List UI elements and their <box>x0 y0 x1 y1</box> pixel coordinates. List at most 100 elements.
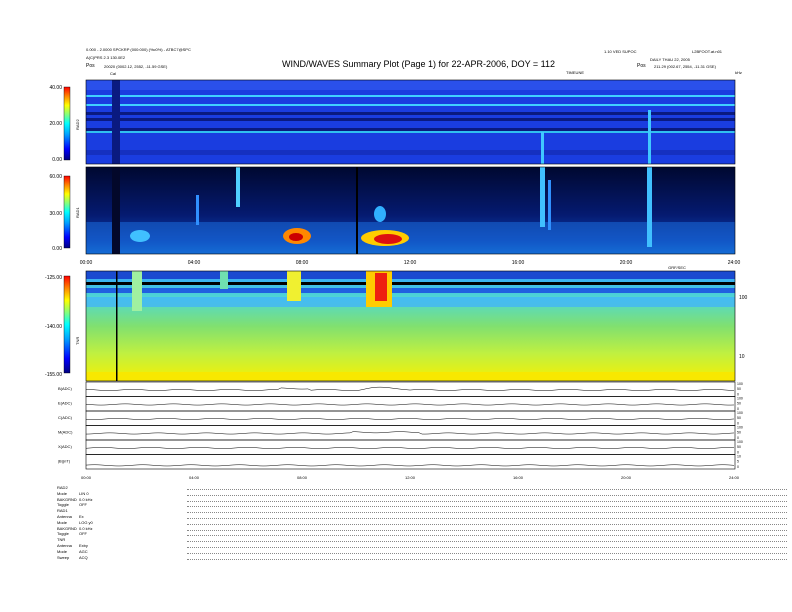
footer-value: 0.0 kHz <box>79 496 93 502</box>
rad2-panel <box>63 79 736 165</box>
footer-label: Toggle <box>57 531 69 537</box>
rad1-ytick-60: 60.00 <box>49 174 62 180</box>
line-panel-trace <box>85 386 735 391</box>
footer-value: ACQ <box>79 554 88 560</box>
rad1-ylabel: RAD1 <box>75 207 80 218</box>
footer-dotted-line <box>187 521 787 525</box>
line-panel-label: C(ADC) <box>58 415 73 420</box>
footer-dotted-line <box>187 532 787 537</box>
footer-dotted-line <box>187 538 787 543</box>
xtick-04: 04:00 <box>188 260 201 266</box>
tnr-ytick-125: -125.00 <box>45 275 62 281</box>
bottom-xtick-12: 12:00 <box>405 475 416 480</box>
footer-row: BAKGRND 0.0 kHz <box>57 496 787 502</box>
footer-value: OFF <box>79 502 87 508</box>
xtick-12: 12:00 <box>404 260 417 266</box>
rad2-colorbar <box>63 86 71 161</box>
footer-dotted-line <box>187 556 787 560</box>
footer-label: BAKGRND <box>57 525 77 531</box>
footer-dotted-line <box>187 503 787 508</box>
line-panel-frame <box>85 454 736 470</box>
x-axis-label: GRF/SEC <box>668 265 686 270</box>
footer-dotted-line <box>187 498 787 502</box>
footer-row: Toggle OFF <box>57 531 787 537</box>
footer-row: Antenna Ex <box>57 514 787 519</box>
bottom-xtick-08: 08:00 <box>297 475 308 480</box>
footer-value: LIN 0 <box>79 490 89 496</box>
footer-dotted-line <box>187 550 787 554</box>
line-panel-right-tick: 50 <box>737 416 741 420</box>
footer-row: Mode LOG y0 <box>57 520 787 525</box>
tnr-ytick-140: -140.00 <box>45 324 62 330</box>
footer-label: Antenna <box>57 514 72 519</box>
rad2-ytick-0: 0.00 <box>52 157 62 163</box>
tnr-panel <box>63 270 736 382</box>
line-panel-right-tick: 100 <box>737 382 743 386</box>
footer-dotted-line <box>187 527 787 531</box>
footer-label: Mode <box>57 548 68 554</box>
footer-dotted-line <box>187 544 787 548</box>
rad2-ytick-20: 20.00 <box>49 121 62 127</box>
line-panel-right-tick: 100 <box>737 440 743 444</box>
footer-value: LOG y0 <box>79 519 93 525</box>
line-panel-right-tick: 50 <box>737 445 741 449</box>
footer-dotted-line <box>187 486 787 490</box>
xtick-16: 16:00 <box>512 260 525 266</box>
tnr-ytick-155: -155.00 <box>45 372 62 378</box>
footer-dotted-line <box>187 509 787 514</box>
footer-row: Mode AGC <box>57 548 787 554</box>
footer-label: RAD1 <box>57 508 68 514</box>
footer-label: Sweep <box>57 554 70 560</box>
tnr-right-tick-100: 100 <box>739 295 748 301</box>
line-panel-label: M(ADC) <box>58 430 73 435</box>
footer-row: Antenna Exby <box>57 544 787 548</box>
rad1-x-axis: 00:00 04:00 08:00 12:00 16:00 20:00 24:0… <box>80 260 741 270</box>
line-panel-trace <box>85 464 735 467</box>
footer-label: TNR <box>57 537 66 543</box>
footer-value: Ex <box>79 514 84 519</box>
footer-dotted-line <box>187 515 787 519</box>
footer-row: Toggle OFF <box>57 503 787 508</box>
line-panel-trace <box>85 403 735 406</box>
line-panel-trace <box>85 431 735 435</box>
footer-label: RAD2 <box>57 485 68 490</box>
footer-value: OFF <box>79 531 87 537</box>
tnr-right-tick-10: 10 <box>739 354 745 360</box>
line-panel-label: B(ADC) <box>58 386 72 391</box>
line-panel-right-tick: 0 <box>737 465 739 469</box>
rad1-colorbar <box>63 175 71 249</box>
xtick-08: 08:00 <box>296 260 309 266</box>
tnr-spectrogram <box>86 271 735 381</box>
xtick-20: 20:00 <box>620 260 633 266</box>
line-panel-right-tick: 5 <box>737 460 739 464</box>
line-panel-right-tick: 10 <box>737 455 741 459</box>
footer-row: RAD1 <box>57 508 787 514</box>
line-panel-right-tick: 100 <box>737 426 743 430</box>
line-panel-trace <box>85 447 735 449</box>
line-panels: B(ADC)100500E(ADC)100500C(ADC)100500M(AD… <box>58 381 743 470</box>
footer-row: Mode LIN 0 <box>57 490 787 496</box>
line-panel-right-tick: 50 <box>737 387 741 391</box>
footer-row: TNR <box>57 537 787 543</box>
rad2-ylabel: RAD2 <box>75 119 80 130</box>
bottom-xtick-24: 24:00 <box>729 475 740 480</box>
footer-row: BAKGRND 0.0 kHz <box>57 525 787 531</box>
xtick-00: 00:00 <box>80 260 93 266</box>
footer-row: RAD2 <box>57 485 787 490</box>
line-panel-label: X(ADC) <box>58 444 72 449</box>
footer-value: Exby <box>79 543 88 548</box>
footer-row: Sweep ACQ <box>57 554 787 560</box>
footer-value: 0.0 kHz <box>79 525 93 531</box>
footer-value: AGC <box>79 548 88 554</box>
line-panel-right-tick: 50 <box>737 402 741 406</box>
footer-label: BAKGRND <box>57 496 77 502</box>
rad1-ytick-30: 30.00 <box>49 211 62 217</box>
line-panel-right-tick: 50 <box>737 431 741 435</box>
footer-label: Mode <box>57 490 68 496</box>
line-panel-label: |B|(nT) <box>58 459 71 464</box>
rad1-panel <box>63 166 736 255</box>
bottom-x-axis: 00:00 04:00 08:00 12:00 16:00 20:00 24:0… <box>81 475 740 480</box>
line-panel-right-tick: 100 <box>737 397 743 401</box>
line-panel-trace <box>85 418 735 420</box>
footer-dotted-line <box>187 492 787 496</box>
